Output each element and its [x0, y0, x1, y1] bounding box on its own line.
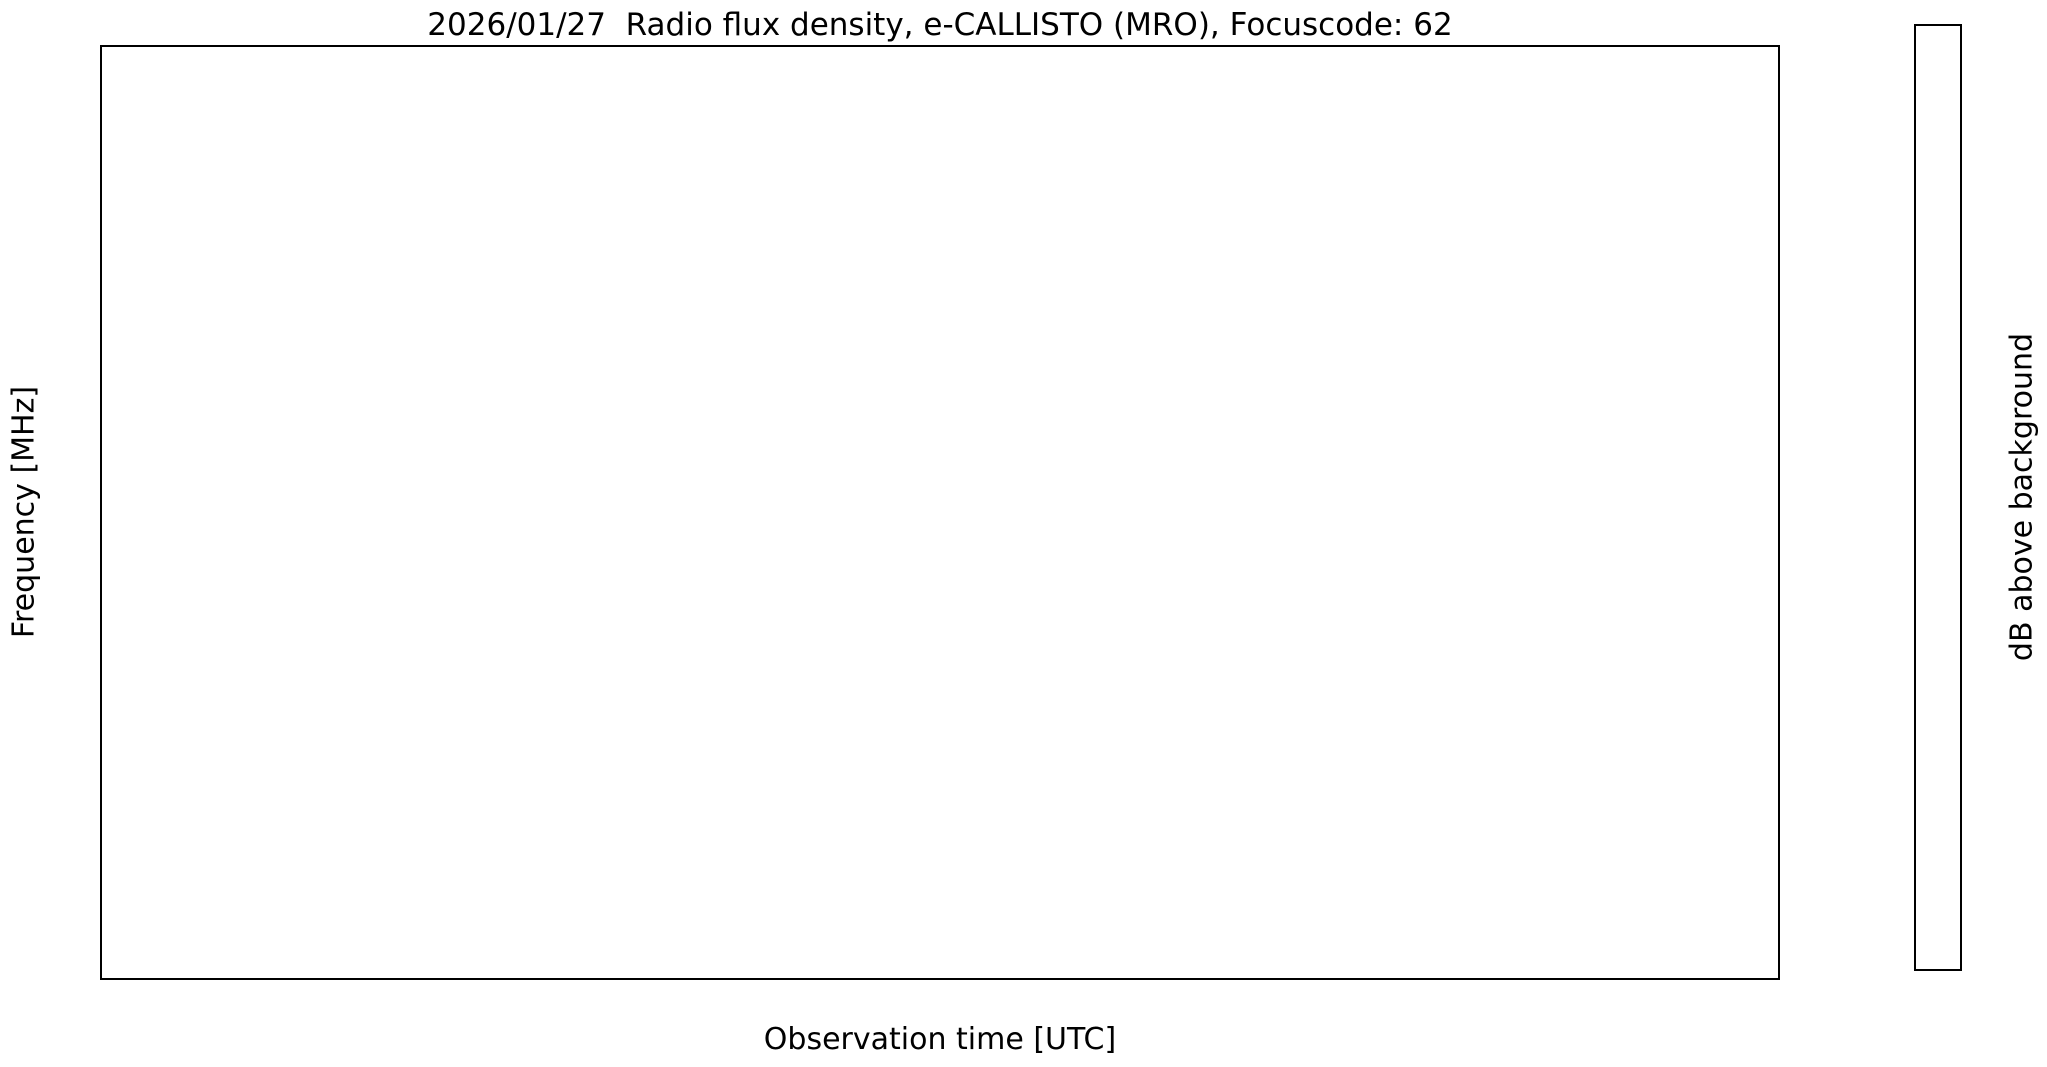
chart-title: 2026/01/27 Radio flux density, e-CALLIST…	[427, 7, 1453, 43]
y-axis-label: Frequency [MHz]	[6, 385, 42, 639]
plot-area	[100, 45, 1780, 980]
x-axis-label: Observation time [UTC]	[763, 1022, 1117, 1057]
colorbar	[1914, 24, 1962, 971]
spectrogram-figure: 2026/01/27 Radio flux density, e-CALLIST…	[0, 0, 2047, 1067]
colorbar-label: dB above background	[2004, 332, 2040, 662]
colorbar-gradient	[1916, 26, 1960, 969]
spectrogram-canvas	[102, 47, 1778, 978]
